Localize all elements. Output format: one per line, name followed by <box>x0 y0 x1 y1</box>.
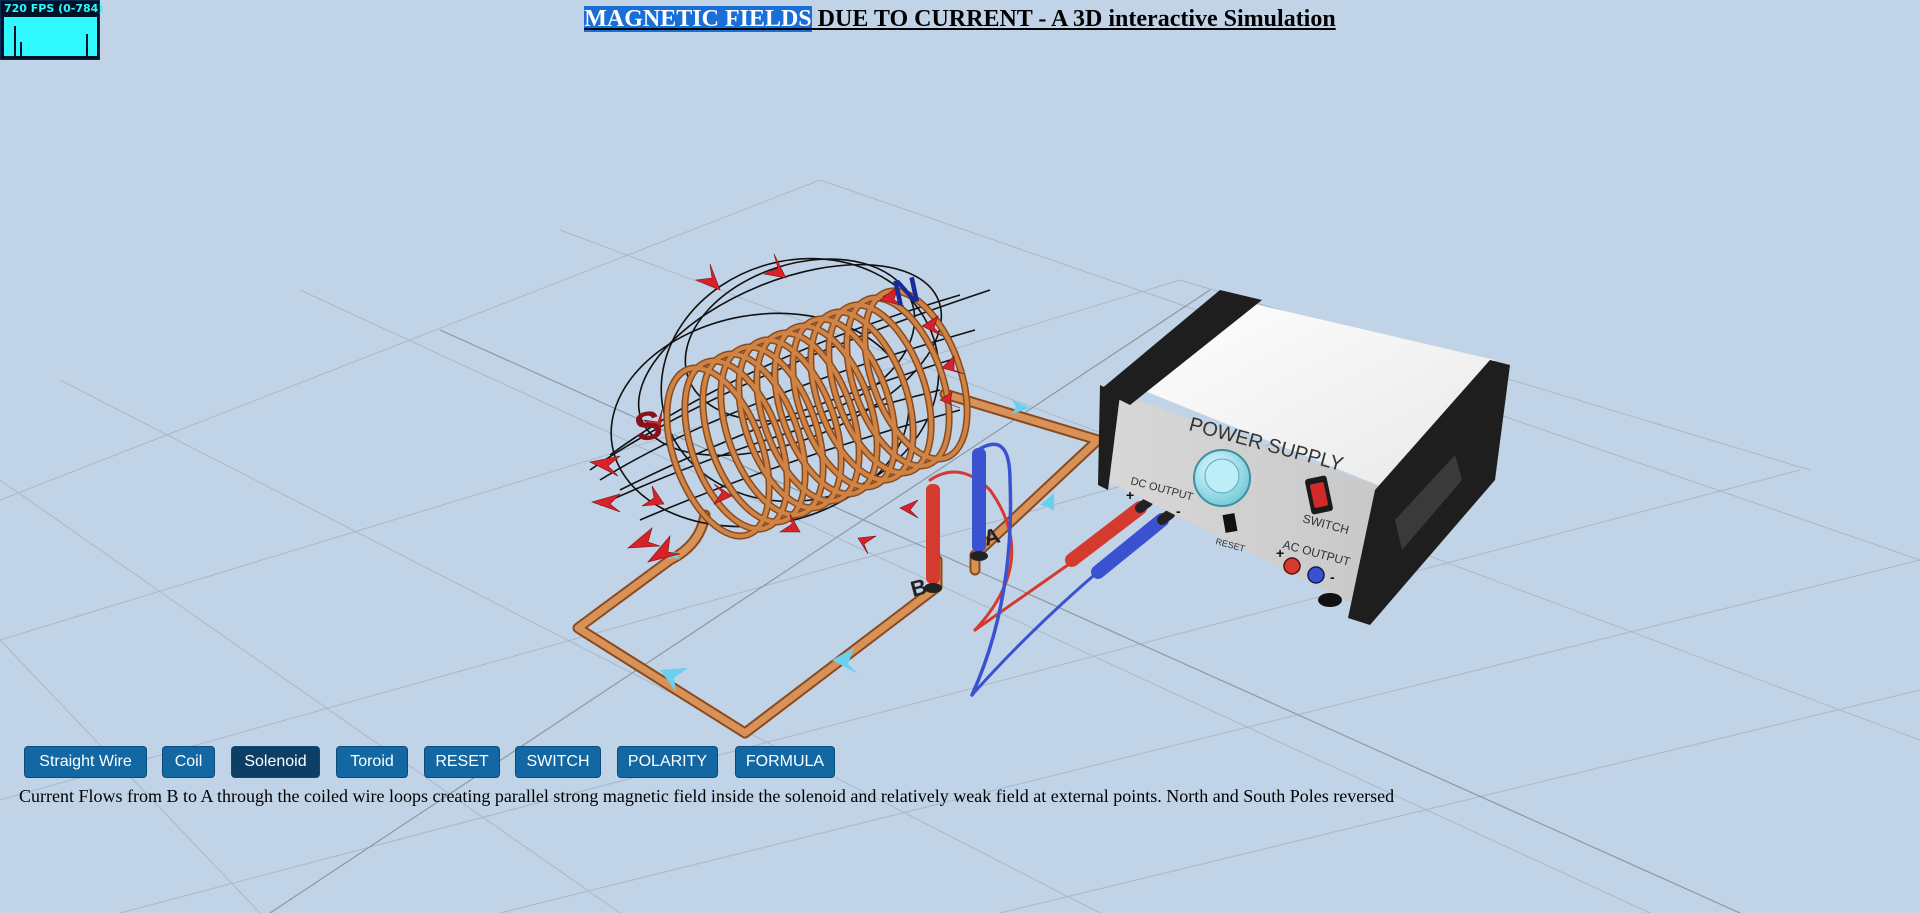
fps-graph-bar <box>20 42 22 56</box>
ac-output-negative-jack[interactable] <box>1307 566 1325 584</box>
dc-output-minus: - <box>1176 503 1181 519</box>
coil-button[interactable]: Coil <box>162 746 215 778</box>
formula-button[interactable]: FORMULA <box>735 746 835 778</box>
dc-output-plus: + <box>1126 487 1134 503</box>
straight-wire-button[interactable]: Straight Wire <box>24 746 147 778</box>
page-title: MAGNETIC FIELDS DUE TO CURRENT - A 3D in… <box>0 6 1920 33</box>
page-title-highlight: MAGNETIC FIELDS <box>584 6 812 32</box>
ac-output-minus: - <box>1330 569 1335 585</box>
south-pole-label: S <box>631 402 666 451</box>
polarity-button[interactable]: POLARITY <box>617 746 718 778</box>
reset-button[interactable]: RESET <box>424 746 500 778</box>
power-supply-foot <box>1318 593 1342 607</box>
probe-b <box>924 484 942 593</box>
switch-button[interactable]: SWITCH <box>515 746 601 778</box>
fps-graph-bar <box>86 34 88 56</box>
page-title-rest: DUE TO CURRENT - A 3D interactive Simula… <box>811 6 1336 32</box>
ac-output-positive-jack[interactable] <box>1283 557 1301 575</box>
toroid-button[interactable]: Toroid <box>336 746 408 778</box>
power-supply[interactable]: POWER SUPPLY DC OUTPUT + - SWITCH RESET … <box>1098 290 1510 625</box>
solenoid-button[interactable]: Solenoid <box>231 746 320 778</box>
voltage-knob-cap <box>1204 458 1240 494</box>
probe-leads <box>1065 497 1175 579</box>
floor-axis <box>269 289 1741 913</box>
simulation-description: Current Flows from B to A through the co… <box>19 786 1395 806</box>
probe-wires <box>928 442 1102 697</box>
ac-output-plus: + <box>1276 545 1284 561</box>
